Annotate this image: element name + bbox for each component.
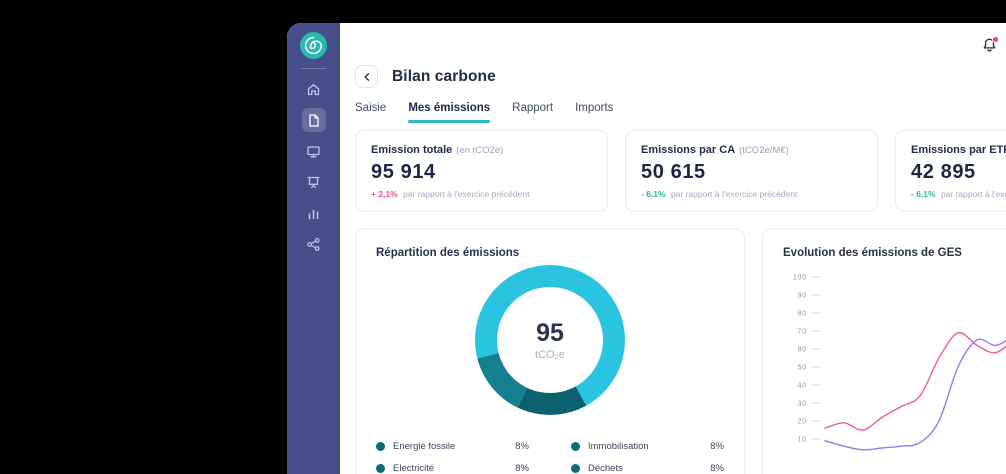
home-icon	[306, 82, 321, 97]
sidebar-item-hierarchy[interactable]	[302, 232, 326, 256]
stat-title: Emissions par ETP	[911, 144, 1006, 156]
stat-footnote: - 6,1% par rapport à l'exercice précéden…	[641, 189, 862, 199]
stat-title: Emissions par CA	[641, 144, 735, 156]
svg-text:30: 30	[798, 401, 807, 408]
legend-value: 8%	[710, 441, 724, 452]
page-title: Bilan carbone	[392, 68, 496, 86]
legend-item-electricite: Electricité 8%	[376, 463, 529, 474]
repartition-title: Répartition des émissions	[376, 247, 724, 259]
stat-card-emissions-par-ca: Emissions par CA (tCO2e/M€) 50 615 - 6,1…	[625, 130, 878, 212]
legend-label: Energie fossile	[393, 441, 455, 452]
stat-delta: + 2,1%	[371, 189, 398, 199]
stat-note: par rapport à l'exercice précédent	[671, 189, 797, 199]
desktop-background: Bilan carbone Saisie Mes émissions Rappo…	[0, 0, 1006, 474]
stat-title-row: Emission totale (en tCO2e)	[371, 144, 592, 156]
stat-title-row: Emissions par ETP (tCO2e/ETP)	[911, 144, 1006, 156]
stat-title-row: Emissions par CA (tCO2e/M€)	[641, 144, 862, 156]
stat-card-emissions-par-etp: Emissions par ETP (tCO2e/ETP) 42 895 - 6…	[895, 130, 1006, 212]
app-logo[interactable]	[300, 32, 327, 59]
logo-spiral-icon	[300, 32, 327, 59]
legend-label: Déchets	[588, 463, 623, 474]
notification-badge	[992, 36, 999, 43]
evolution-chart: 100 90 80 70 60 50 40 30 20 10	[783, 267, 1006, 474]
stat-title: Emission totale	[371, 144, 452, 156]
document-icon	[306, 113, 321, 128]
stat-unit: (tCO2e/M€)	[739, 145, 789, 156]
donut-total: 95	[536, 319, 564, 348]
legend-item-dechets: Déchets 8%	[571, 463, 724, 474]
chart-cards: Répartition des émissions 95 tCO₂e En	[355, 228, 1006, 474]
stat-delta: - 6,1%	[641, 189, 666, 199]
sidebar-item-documents[interactable]	[302, 108, 326, 132]
svg-text:70: 70	[798, 329, 807, 336]
sidebar-nav	[302, 77, 326, 256]
chevron-left-icon	[361, 71, 373, 83]
donut-legend: Energie fossile 8% Immobilisation 8% Ele…	[376, 441, 724, 474]
stat-cards: Emission totale (en tCO2e) 95 914 + 2,1%…	[355, 130, 1006, 212]
tabs: Saisie Mes émissions Rapport Imports	[355, 102, 613, 123]
sidebar-divider	[301, 68, 326, 69]
svg-text:100: 100	[793, 275, 807, 282]
tab-saisie[interactable]: Saisie	[355, 102, 386, 123]
tab-mes-emissions[interactable]: Mes émissions	[408, 102, 490, 123]
stat-note: par rapport à l'exercice précédent	[941, 189, 1006, 199]
stat-delta: - 6,1%	[911, 189, 936, 199]
stat-card-emission-totale: Emission totale (en tCO2e) 95 914 + 2,1%…	[355, 130, 608, 212]
legend-dot	[376, 464, 385, 473]
svg-text:50: 50	[798, 365, 807, 372]
legend-label: Immobilisation	[588, 441, 649, 452]
sidebar-item-screen[interactable]	[302, 170, 326, 194]
donut-unit: tCO₂e	[535, 349, 565, 361]
stat-footnote: + 2,1% par rapport à l'exercice précéden…	[371, 189, 592, 199]
stat-unit: (en tCO2e)	[456, 145, 503, 156]
legend-dot	[376, 442, 385, 451]
legend-item-energie-fossile: Energie fossile 8%	[376, 441, 529, 452]
back-button[interactable]	[355, 65, 378, 88]
legend-value: 8%	[710, 463, 724, 474]
tab-imports[interactable]: Imports	[575, 102, 613, 123]
stat-value: 95 914	[371, 161, 592, 184]
stat-footnote: - 6,1% par rapport à l'exercice précéden…	[911, 189, 1006, 199]
sidebar	[287, 23, 340, 474]
main-content: Bilan carbone Saisie Mes émissions Rappo…	[340, 23, 1006, 474]
donut-center: 95 tCO₂e	[497, 287, 603, 393]
donut-wrap: 95 tCO₂e	[376, 265, 724, 415]
tab-rapport[interactable]: Rapport	[512, 102, 553, 123]
notifications-button[interactable]	[976, 34, 1002, 60]
svg-text:90: 90	[798, 293, 807, 300]
svg-text:80: 80	[798, 311, 807, 318]
bar-chart-icon	[306, 206, 321, 221]
legend-item-immobilisation: Immobilisation 8%	[571, 441, 724, 452]
legend-label: Electricité	[393, 463, 434, 474]
sidebar-item-chart[interactable]	[302, 201, 326, 225]
svg-text:10: 10	[798, 437, 807, 444]
legend-value: 8%	[515, 441, 529, 452]
stat-value: 50 615	[641, 161, 862, 184]
presentation-screen-icon	[306, 175, 321, 190]
sidebar-item-monitor[interactable]	[302, 139, 326, 163]
app-window: Bilan carbone Saisie Mes émissions Rappo…	[287, 23, 1006, 474]
evolution-card: Evolution des émissions de GES 100 90 80 70…	[762, 228, 1006, 474]
hierarchy-icon	[306, 237, 321, 252]
svg-text:20: 20	[798, 419, 807, 426]
legend-dot	[571, 464, 580, 473]
stat-value: 42 895	[911, 161, 1006, 184]
evolution-title: Evolution des émissions de GES	[783, 247, 1006, 259]
legend-value: 8%	[515, 463, 529, 474]
legend-dot	[571, 442, 580, 451]
repartition-card: Répartition des émissions 95 tCO₂e En	[355, 228, 745, 474]
page-header: Bilan carbone	[355, 65, 496, 88]
svg-text:60: 60	[798, 347, 807, 354]
monitor-icon	[306, 144, 321, 159]
svg-text:40: 40	[798, 383, 807, 390]
repartition-donut: 95 tCO₂e	[475, 265, 625, 415]
sidebar-item-home[interactable]	[302, 77, 326, 101]
stat-note: par rapport à l'exercice précédent	[403, 189, 529, 199]
